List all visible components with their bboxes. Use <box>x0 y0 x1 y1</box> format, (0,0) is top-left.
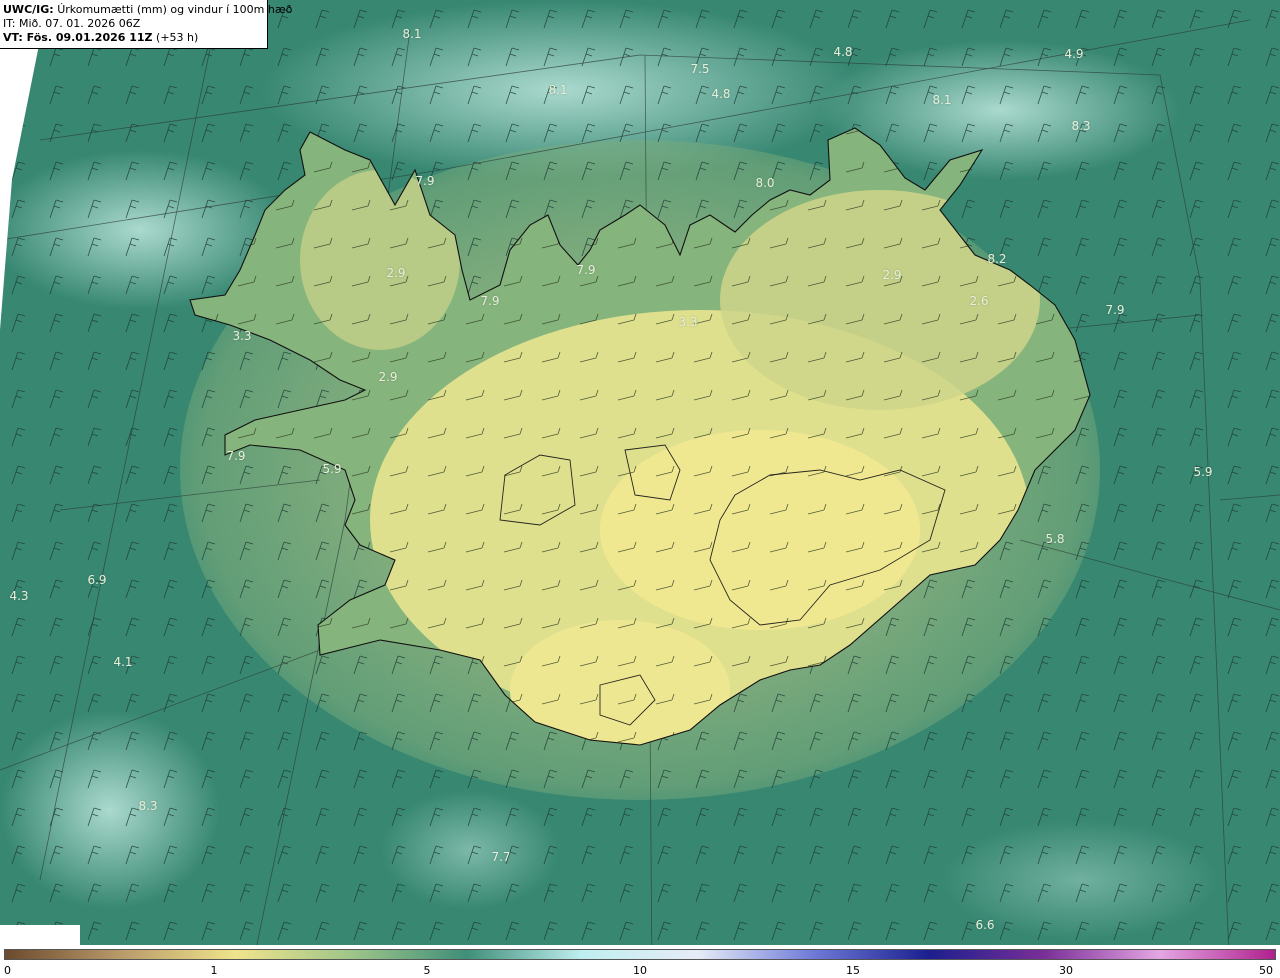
map-value-label: 4.9 <box>1064 47 1084 61</box>
map-value-label: 8.2 <box>987 252 1007 266</box>
map-value-label: 8.0 <box>755 176 775 190</box>
precipitation-colorbar: 0 1 5 10 15 30 50 <box>0 948 1280 978</box>
map-value-label: 7.7 <box>491 850 511 864</box>
lead-time: (+53 h) <box>156 31 199 44</box>
map-value-label: 3.3 <box>232 329 252 343</box>
valid-time: VT: Fös. 09.01.2026 11Z <box>3 31 153 44</box>
map-value-label: 8.3 <box>1071 119 1091 133</box>
colorbar-tick-label: 30 <box>1059 964 1073 977</box>
colorbar-tick-label: 50 <box>1259 964 1273 977</box>
map-value-label: 7.5 <box>690 62 710 76</box>
map-value-label: 5.9 <box>322 462 342 476</box>
map-title: Úrkomumætti (mm) og vindur í 100m hæð <box>57 3 293 16</box>
colorbar-tick-label: 5 <box>423 964 431 977</box>
map-value-label: 2.6 <box>969 294 989 308</box>
map-value-label: 7.9 <box>1105 303 1125 317</box>
map-value-label: 2.9 <box>378 370 398 384</box>
map-value-label: 7.9 <box>576 263 596 277</box>
colorbar-tick-label: 15 <box>846 964 860 977</box>
map-value-label: 5.9 <box>1193 465 1213 479</box>
colorbar-tick-label: 10 <box>633 964 647 977</box>
init-time: IT: Mið. 07. 01. 2026 06Z <box>3 17 141 30</box>
map-value-label: 8.1 <box>548 83 568 97</box>
map-value-label: 6.6 <box>975 918 995 932</box>
map-value-label: 7.9 <box>226 449 246 463</box>
map-value-label: 4.8 <box>711 87 731 101</box>
map-value-label: 5.8 <box>1045 532 1065 546</box>
map-canvas <box>0 0 1280 948</box>
map-value-label: 4.1 <box>113 655 133 669</box>
map-value-label: 3.3 <box>678 315 698 329</box>
map-header: UWC/IG: Úrkomumætti (mm) og vindur í 100… <box>0 0 292 49</box>
map-value-label: 4.8 <box>833 45 853 59</box>
colorbar-tick-label: 0 <box>4 964 11 977</box>
colorbar-gradient <box>4 949 1276 960</box>
map-value-label: 8.3 <box>138 799 158 813</box>
model-label: UWC/IG: <box>3 3 54 16</box>
forecast-map: UWC/IG: Úrkomumætti (mm) og vindur í 100… <box>0 0 1280 978</box>
init-time-row: IT: Mið. 07. 01. 2026 06Z <box>3 17 267 31</box>
map-value-label: 2.9 <box>386 266 406 280</box>
map-value-label: 2.9 <box>882 268 902 282</box>
map-value-label: 7.9 <box>415 174 435 188</box>
title-row: UWC/IG: Úrkomumætti (mm) og vindur í 100… <box>3 3 292 17</box>
valid-time-row: VT: Fös. 09.01.2026 11Z (+53 h) <box>3 31 267 45</box>
map-value-label: 4.3 <box>9 589 29 603</box>
map-value-label: 6.9 <box>87 573 107 587</box>
map-value-label: 7.9 <box>480 294 500 308</box>
colorbar-tick-label: 1 <box>210 964 218 977</box>
map-value-label: 8.1 <box>932 93 952 107</box>
map-value-label: 8.1 <box>402 27 422 41</box>
